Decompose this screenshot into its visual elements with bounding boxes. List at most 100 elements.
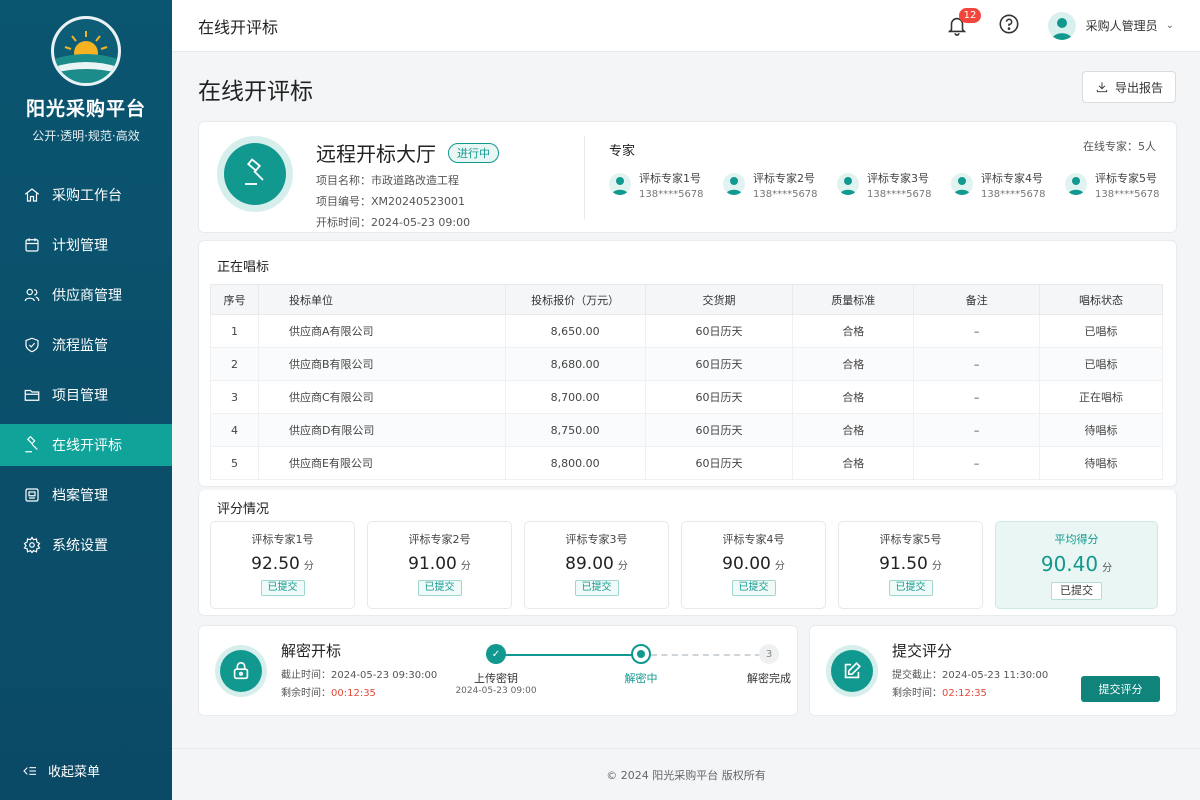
status-badge: 已提交 <box>417 580 462 596</box>
score-card: 评标专家2号 91.00 分 已提交 <box>367 521 512 609</box>
step-done-icon: ✓ <box>486 644 506 664</box>
decrypt-remaining: 剩余时间：00:12:35 <box>281 688 376 699</box>
decrypt-title: 解密开标 <box>281 642 342 660</box>
status-badge: 已提交 <box>1051 582 1102 600</box>
submit-score-card: 提交评分 提交截止：2024-05-23 11:30:00 剩余时间：02:12… <box>809 625 1177 716</box>
brand: 阳光采购平台 公开·透明·规范·高效 <box>0 0 172 144</box>
decrypt-card: 解密开标 截止时间：2024-05-23 09:30:00 剩余时间：00:12… <box>198 625 798 716</box>
expert-name: 评标专家1号 <box>251 533 314 546</box>
notification-badge: 12 <box>958 7 982 23</box>
expert-item[interactable]: 评标专家5号 138****5678 <box>1065 170 1179 200</box>
sidebar-item-label: 系统设置 <box>52 538 108 554</box>
user-menu[interactable]: 采购人管理员 ⌄ <box>1047 11 1174 40</box>
delivery-period: 60日历天 <box>644 380 794 414</box>
sidebar-nav: 采购工作台 计划管理 供应商管理 流程监管 项目管理 在线开评标 档案管理 系统… <box>0 174 172 566</box>
sidebar: 阳光采购平台 公开·透明·规范·高效 采购工作台 计划管理 供应商管理 流程监管… <box>0 0 172 800</box>
step-time: 2024-05-23 09:00 <box>455 686 537 696</box>
average-score-value: 90.40 分 <box>1040 552 1113 576</box>
status-badge: 已提交 <box>260 580 305 596</box>
remark: – <box>913 314 1041 348</box>
expert-item[interactable]: 评标专家1号 138****5678 <box>609 170 723 200</box>
hall-info: 远程开标大厅 进行中 项目名称：市政道路改造工程 项目编号：XM20240523… <box>316 138 499 230</box>
submit-deadline: 提交截止：2024-05-23 11:30:00 <box>892 670 1049 681</box>
bid-opening-section: 正在唱标 序号 投标单位 投标报价（万元） 交货期 质量标准 备注 唱标状态 1… <box>198 240 1177 487</box>
avatar <box>1047 11 1076 40</box>
open-time: 开标时间：2024-05-23 09:00 <box>316 216 471 229</box>
expert-phone: 138****5678 <box>753 189 818 200</box>
delivery-period: 60日历天 <box>644 446 794 480</box>
score-card: 评标专家5号 91.50 分 已提交 <box>838 521 983 609</box>
delivery-period: 60日历天 <box>644 347 794 381</box>
sidebar-item-settings[interactable]: 系统设置 <box>0 524 172 566</box>
edit-icon-wrap <box>826 645 878 697</box>
sidebar-item-label: 项目管理 <box>52 388 108 404</box>
row-number: 2 <box>210 347 259 381</box>
submit-title: 提交评分 <box>892 642 953 660</box>
sidebar-item-workbench[interactable]: 采购工作台 <box>0 174 172 216</box>
expert-phone: 138****5678 <box>1095 189 1160 200</box>
step-label: 解密中 <box>624 672 658 685</box>
bidder-name: 供应商D有限公司 <box>257 413 506 447</box>
sidebar-item-online-bid[interactable]: 在线开评标 <box>0 424 172 466</box>
remark: – <box>913 413 1041 447</box>
column-header: 交货期 <box>644 284 794 315</box>
submit-score-button[interactable]: 提交评分 <box>1081 676 1160 702</box>
logo-sun-icon <box>51 16 121 86</box>
notification-button[interactable]: 12 <box>946 7 982 38</box>
brand-name: 阳光采购平台 <box>25 98 146 120</box>
export-report-button[interactable]: 导出报告 <box>1082 71 1176 103</box>
hall-name-text: 远程开标大厅 <box>316 142 436 166</box>
bidder-name: 供应商C有限公司 <box>257 380 506 414</box>
quality-standard: 合格 <box>792 314 915 348</box>
table-row: 3 供应商C有限公司 8,700.00 60日历天 合格 – 正在唱标 <box>210 380 1163 414</box>
sidebar-item-supplier[interactable]: 供应商管理 <box>0 274 172 316</box>
sidebar-item-process[interactable]: 流程监管 <box>0 324 172 366</box>
help-button[interactable] <box>998 13 1020 38</box>
sidebar-item-label: 流程监管 <box>52 338 108 354</box>
table-row: 4 供应商D有限公司 8,750.00 60日历天 合格 – 待唱标 <box>210 413 1163 447</box>
calendar-icon <box>22 235 42 255</box>
score-value: 89.00 分 <box>565 554 628 574</box>
expert-name: 评标专家4号 <box>722 533 785 546</box>
score-section: 评分情况 评标专家1号 92.50 分 已提交 评标专家2号 91.00 分 已提交… <box>198 490 1177 616</box>
score-value: 90.00 分 <box>722 554 785 574</box>
step-label: 解密完成 <box>747 672 791 685</box>
status-badge: 已提交 <box>574 580 619 596</box>
expert-name: 评标专家1号 <box>639 172 701 185</box>
gavel-icon <box>22 435 42 455</box>
archive-icon <box>22 485 42 505</box>
bid-status: 正在唱标 <box>1039 380 1163 414</box>
expert-phone: 138****5678 <box>867 189 932 200</box>
expert-avatar-icon <box>723 173 745 195</box>
gear-icon <box>22 535 42 555</box>
divider <box>584 136 585 220</box>
sidebar-item-archive[interactable]: 档案管理 <box>0 474 172 516</box>
expert-item[interactable]: 评标专家4号 138****5678 <box>951 170 1065 200</box>
quality-standard: 合格 <box>792 380 915 414</box>
bid-table: 序号 投标单位 投标报价（万元） 交货期 质量标准 备注 唱标状态 1 供应商A有… <box>210 284 1163 480</box>
collapse-menu-button[interactable]: 收起菜单 <box>22 761 100 780</box>
sidebar-item-label: 在线开评标 <box>52 438 122 454</box>
sidebar-item-project[interactable]: 项目管理 <box>0 374 172 416</box>
step-number: 3 <box>759 644 779 664</box>
step-line <box>651 654 761 656</box>
footer: © 2024 阳光采购平台 版权所有 <box>172 748 1200 800</box>
expert-item[interactable]: 评标专家2号 138****5678 <box>723 170 837 200</box>
score-card: 评标专家4号 90.00 分 已提交 <box>681 521 826 609</box>
sidebar-item-label: 计划管理 <box>52 238 108 254</box>
bid-status: 已唱标 <box>1039 314 1163 348</box>
header-actions: 12 采购人管理员 ⌄ <box>946 7 1174 40</box>
shield-icon <box>22 335 42 355</box>
expert-avatar-icon <box>837 173 859 195</box>
users-icon <box>22 285 42 305</box>
expert-item[interactable]: 评标专家3号 138****5678 <box>837 170 951 200</box>
table-row: 5 供应商E有限公司 8,800.00 60日历天 合格 – 待唱标 <box>210 446 1163 480</box>
step-label: 上传密钥 <box>474 672 518 685</box>
status-badge: 已提交 <box>731 580 776 596</box>
column-header: 唱标状态 <box>1039 284 1163 315</box>
bid-status: 待唱标 <box>1039 413 1163 447</box>
step-line <box>505 654 639 656</box>
sidebar-item-plan[interactable]: 计划管理 <box>0 224 172 266</box>
score-card: 评标专家3号 89.00 分 已提交 <box>524 521 669 609</box>
remark: – <box>913 347 1041 381</box>
